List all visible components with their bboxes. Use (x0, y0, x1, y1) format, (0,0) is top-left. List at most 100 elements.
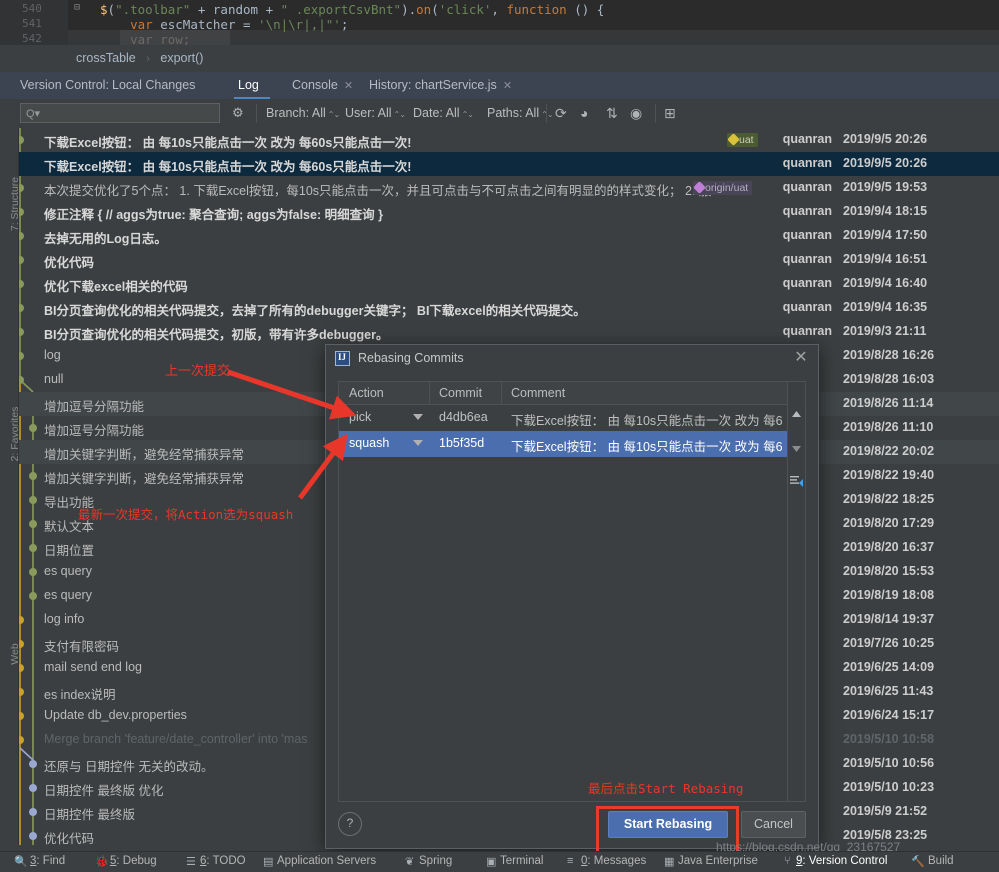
filter-user[interactable]: User: All ⌃⌄ (345, 106, 406, 120)
bug-icon[interactable]: 🐞 (95, 855, 109, 868)
table-row[interactable]: 优化下载excel相关的代码 quanran 2019/9/4 16:40 (0, 272, 999, 296)
tab-label: Log (238, 78, 259, 92)
gear-icon[interactable]: ⚙ (232, 105, 244, 121)
table-row[interactable]: 修正注释 { // aggs为true: 聚合查询; aggs为false: 明… (0, 200, 999, 224)
code-line: var escMatcher = '\n|\r|,|"'; (130, 17, 349, 32)
statusbar-item[interactable]: Spring (419, 855, 452, 867)
close-icon[interactable]: ✕ (503, 80, 512, 92)
code-fold-icon[interactable]: ⊟ (74, 2, 80, 13)
table-row[interactable]: 去掉无用的Log日志。 quanran 2019/9/4 17:50 (0, 224, 999, 248)
toolwindow-button-7-structure[interactable]: 7: Structure (9, 159, 21, 249)
statusbar-item[interactable]: 9: Version Control (796, 855, 887, 867)
list-icon[interactable]: ☰ (186, 855, 196, 868)
filter-date[interactable]: Date: All ⌃⌄ (413, 106, 474, 120)
chevron-updown-icon[interactable]: ⌃⌄ (394, 110, 406, 119)
tab-local-changes[interactable]: Local Changes (110, 76, 197, 94)
table-row[interactable]: 下载Excel按钮： 由 每10s只能点击一次 改为 每60s只能点击一次! ua… (0, 128, 999, 152)
commit-date: 2019/8/14 19:37 (843, 612, 935, 626)
reorder-icon[interactable] (790, 474, 803, 487)
commit-subject: 支付有限密码 (44, 640, 120, 654)
rebasing-commits-dialog[interactable]: IJ Rebasing Commits ✕ Action Commit Comm… (325, 344, 819, 849)
commit-date: 2019/6/24 15:17 (843, 708, 935, 722)
table-row[interactable]: 下载Excel按钮： 由 每10s只能点击一次 改为 每60s只能点击一次! qu… (0, 152, 999, 176)
statusbar-item[interactable]: Terminal (500, 855, 543, 867)
log-filter-toolbar[interactable]: Q▾ ⚙ Branch: All ⌃⌄ User: All ⌃⌄ Date: All ⌃⌄… (0, 99, 999, 128)
commit-date: 2019/8/28 16:03 (843, 372, 935, 386)
table-row[interactable]: BI分页查询优化的相关代码提交，去掉了所有的debugger关键字； BI下载e… (0, 296, 999, 320)
scroll-up-icon[interactable] (790, 408, 803, 421)
statusbar-item[interactable]: Application Servers (277, 855, 376, 867)
commit-date: 2019/8/26 11:14 (843, 396, 934, 410)
chevron-down-icon[interactable] (413, 440, 423, 446)
chevron-down-icon[interactable] (413, 414, 423, 420)
table-row[interactable]: BI分页查询优化的相关代码提交，初版，带有许多debugger。 quanran 2… (0, 320, 999, 344)
scroll-down-icon[interactable] (790, 442, 803, 455)
diff-icon[interactable]: ⊞ (664, 105, 676, 121)
action-value[interactable]: squash (349, 436, 389, 450)
intellij-icon: IJ (335, 351, 350, 366)
commit-subject: 本次提交优化了5个点： 1. 下载Excel按钮，每10s只能点击一次，并且可点… (44, 184, 712, 198)
terminal-icon[interactable]: ▣ (486, 855, 496, 868)
branch-icon[interactable]: ⑂ (784, 855, 791, 867)
commit-author: quanran (782, 156, 832, 170)
table-row[interactable]: 本次提交优化了5个点： 1. 下载Excel按钮，每10s只能点击一次，并且可点… (0, 176, 999, 200)
java-icon[interactable]: ▦ (664, 855, 674, 868)
column-header-action[interactable]: Action (349, 386, 384, 400)
help-icon[interactable]: ? (338, 812, 362, 836)
statusbar-item[interactable]: 3: Find (30, 855, 65, 867)
status-bar[interactable]: 🔍 3: Find 🐞 5: Debug ☰ 6: TODO ▤ Application Se… (0, 851, 999, 872)
filter-branch[interactable]: Branch: All ⌃⌄ (266, 106, 340, 120)
commit-subject: 日期位置 (44, 544, 95, 558)
eye-icon[interactable]: ◉ (630, 105, 642, 121)
column-header-commit[interactable]: Commit (439, 386, 482, 400)
filter-paths[interactable]: Paths: All⌃⌄ (487, 106, 554, 120)
commit-date: 2019/5/10 10:23 (843, 780, 935, 794)
tab-history-chartservice-js[interactable]: History: chartService.js ✕ (367, 76, 514, 94)
hammer-icon[interactable]: 🔨 (911, 855, 925, 868)
toolwindow-button-2-favorites[interactable]: 2: Favorites (9, 389, 21, 479)
statusbar-item[interactable]: 5: Debug (110, 855, 157, 867)
statusbar-label: : Version Control (802, 855, 888, 867)
highlight-icon[interactable]: ◕ (580, 105, 588, 121)
code-editor[interactable]: 540 ⊟ $(".toolbar" + random + " .exportCsv… (0, 0, 999, 45)
action-value[interactable]: pick (349, 410, 371, 424)
statusbar-item[interactable]: 6: TODO (200, 855, 246, 867)
messages-icon[interactable]: ≡ (567, 855, 573, 867)
sort-icon[interactable]: ⇅ (606, 105, 618, 121)
commit-subject: 日期控件 最终版 优化 (44, 784, 164, 798)
breadcrumb[interactable]: crossTable › export() (0, 45, 999, 73)
close-icon[interactable]: ✕ (792, 349, 810, 367)
commit-date: 2019/9/5 20:26 (843, 156, 928, 170)
statusbar-item[interactable]: 0: Messages (581, 855, 646, 867)
rebase-commit-row[interactable]: squash 1b5f35d 下载Excel按钮： 由 每10s只能点击一次 改为 … (339, 431, 788, 457)
commit-date: 2019/9/4 16:35 (843, 300, 928, 314)
breadcrumb-class[interactable]: crossTable (76, 51, 136, 65)
statusbar-item[interactable]: Build (928, 855, 954, 867)
tab-log[interactable]: Log (236, 76, 261, 94)
refresh-icon[interactable]: ⟳ (555, 105, 567, 121)
close-icon[interactable]: ✕ (344, 80, 353, 92)
chevron-updown-icon[interactable]: ⌃⌄ (328, 110, 340, 119)
left-toolwindow-strip[interactable]: 7: Structure 2: Favorites Web (0, 128, 21, 845)
server-icon[interactable]: ▤ (263, 855, 273, 868)
commit-subject: 增加逗号分隔功能 (44, 424, 145, 438)
spring-icon[interactable]: ❦ (405, 855, 414, 868)
line-number: 541 (22, 17, 42, 30)
search-icon[interactable]: 🔍 (14, 855, 28, 868)
breadcrumb-method[interactable]: export() (160, 51, 203, 65)
toolwindow-button-web[interactable]: Web (9, 609, 21, 699)
rebase-commit-row[interactable]: pick d4db6ea 下载Excel按钮： 由 每10s只能点击一次 改为 每6… (339, 405, 788, 431)
statusbar-label: Java Enterprise (678, 855, 758, 867)
chevron-updown-icon[interactable]: ⌃⌄ (462, 110, 474, 119)
tab-console[interactable]: Console ✕ (290, 76, 355, 94)
search-input[interactable]: Q▾ (20, 103, 220, 123)
dialog-scrollbar[interactable] (787, 382, 805, 801)
commit-date: 2019/9/5 19:53 (843, 180, 928, 194)
column-header-comment[interactable]: Comment (511, 386, 565, 400)
statusbar-item[interactable]: Java Enterprise (678, 855, 758, 867)
table-row[interactable]: 优化代码 quanran 2019/9/4 16:51 (0, 248, 999, 272)
commits-table[interactable]: Action Commit Comment pick d4db6ea 下载Excel… (338, 381, 806, 802)
version-control-tabbar[interactable]: Version Control: Local Changes Log Console… (0, 72, 999, 99)
commit-date: 2019/5/10 10:56 (843, 756, 935, 770)
cancel-button[interactable]: Cancel (741, 811, 806, 838)
